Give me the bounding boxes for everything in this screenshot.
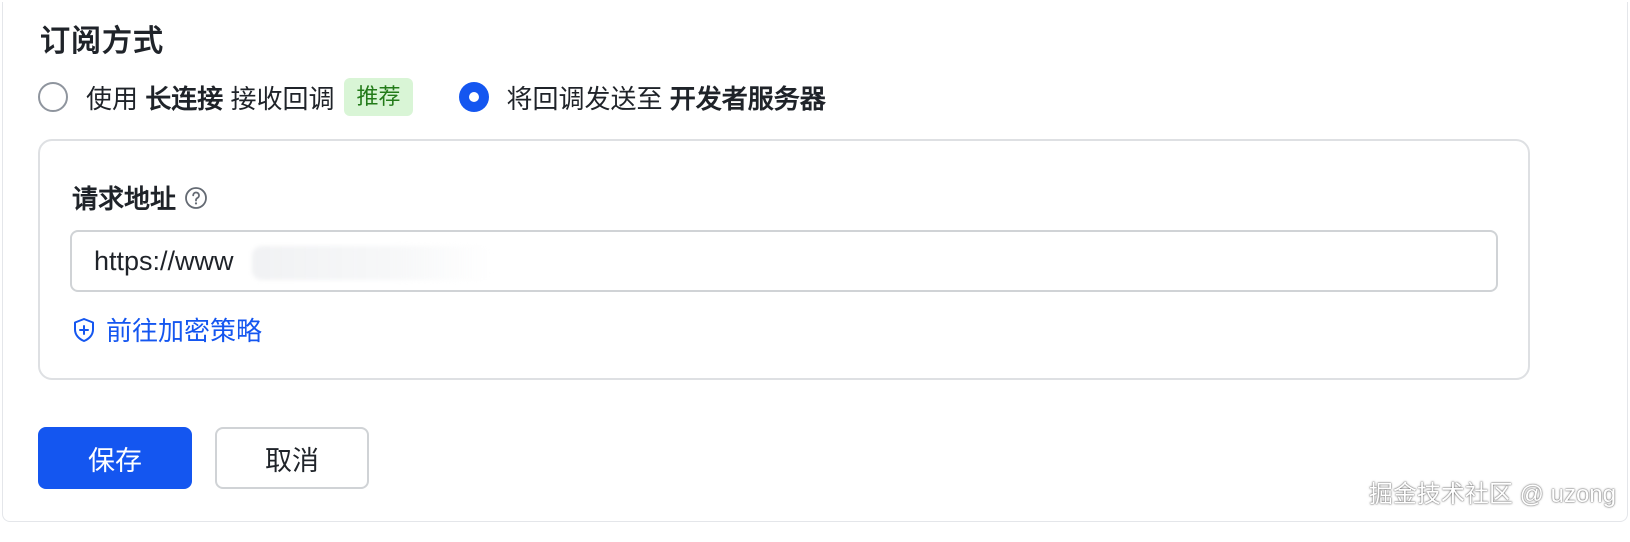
request-url-label-text: 请求地址 (72, 184, 177, 214)
option-long-connection[interactable]: 使用 长连接 接收回调 推荐 (38, 78, 413, 116)
question-circle-icon[interactable] (184, 186, 208, 210)
long-connection-prefix: 使用 (86, 83, 146, 114)
encrypt-strategy-text: 前往加密策略 (106, 316, 263, 346)
long-connection-label: 使用 长连接 接收回调 (86, 79, 334, 116)
developer-server-radio[interactable] (458, 82, 489, 112)
developer-server-label: 将回调发送至 开发者服务器 (507, 79, 826, 116)
long-connection-bold: 长连接 (145, 83, 224, 114)
subscription-options: 使用 长连接 接收回调 推荐 将回调发送至 开发者服务器 (38, 74, 826, 120)
long-connection-radio[interactable] (38, 82, 68, 112)
save-button[interactable]: 保存 (38, 427, 192, 489)
recommended-badge: 推荐 (344, 78, 413, 116)
developer-server-prefix: 将回调发送至 (506, 83, 670, 114)
request-url-value: https://www (94, 245, 234, 276)
watermark-text: 掘金技术社区 @ uzong (1368, 481, 1616, 508)
long-connection-suffix: 接收回调 (223, 83, 335, 114)
request-url-card: 请求地址 https://www 前往加密策略 (38, 139, 1530, 380)
request-url-input[interactable]: https://www (70, 230, 1498, 292)
request-url-label: 请求地址 (72, 179, 208, 216)
option-developer-server[interactable]: 将回调发送至 开发者服务器 (458, 79, 826, 116)
cancel-button[interactable]: 取消 (215, 427, 369, 489)
section-title: 订阅方式 (40, 25, 164, 58)
redacted-url-mask (252, 246, 492, 280)
encrypt-strategy-link[interactable]: 前往加密策略 (72, 311, 262, 348)
developer-server-bold: 开发者服务器 (669, 83, 826, 114)
shield-plus-icon (74, 317, 94, 342)
